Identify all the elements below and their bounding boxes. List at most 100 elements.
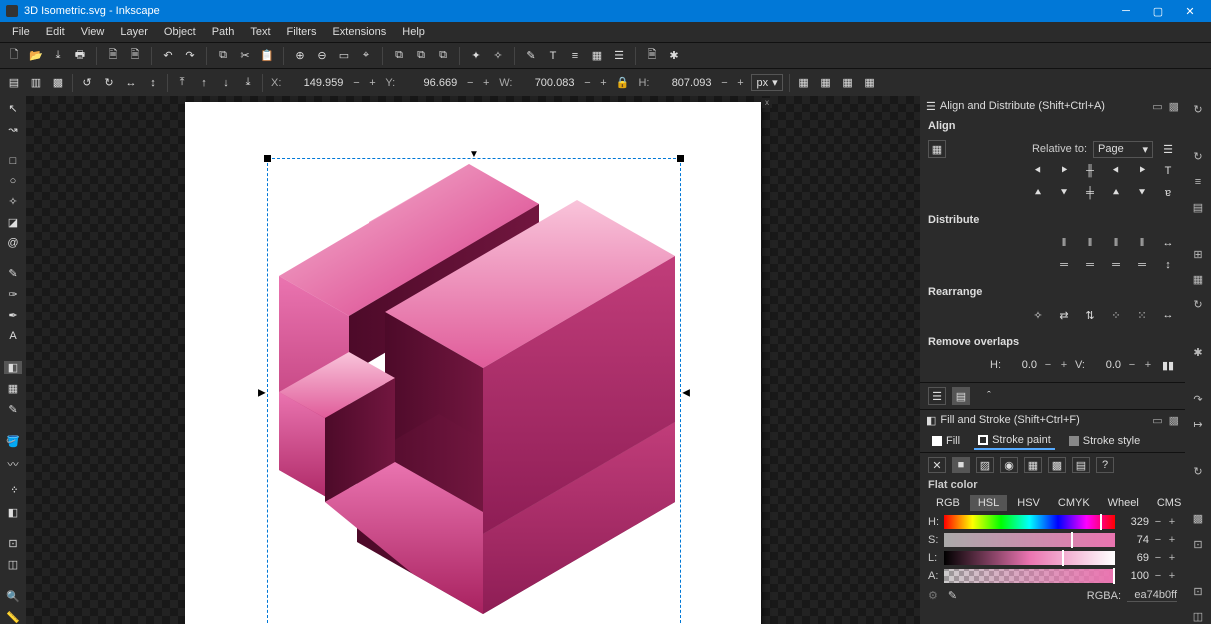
align-icon[interactable]: ☰ xyxy=(611,48,627,64)
deselect-icon[interactable]: ▩ xyxy=(50,75,66,91)
raise-top-icon[interactable]: ⤒ xyxy=(174,75,190,91)
h-minus[interactable]: − xyxy=(719,77,729,89)
align-top-icon[interactable]: ⯆ xyxy=(1055,184,1073,202)
align-text-left-icon[interactable]: T xyxy=(1159,162,1177,180)
zoom-out-icon[interactable]: ⊖ xyxy=(314,48,330,64)
h-plus[interactable]: + xyxy=(735,77,745,89)
colortab-hsl[interactable]: HSL xyxy=(970,495,1007,511)
lower-bottom-icon[interactable]: ⤓ xyxy=(240,75,256,91)
export-icon[interactable]: 🗎 xyxy=(127,48,143,64)
h-input[interactable] xyxy=(657,75,713,91)
lock-aspect-icon[interactable]: 🔒 xyxy=(614,75,630,91)
dock-redo-icon[interactable]: ✱ xyxy=(1189,344,1207,359)
selector-tool-icon[interactable]: ↖ xyxy=(4,102,22,115)
align-top-edge-icon[interactable]: ⯅ xyxy=(1029,184,1047,202)
unit-select[interactable]: px▾ xyxy=(751,74,782,91)
sat-plus[interactable]: + xyxy=(1167,534,1177,546)
x-input[interactable] xyxy=(289,75,345,91)
eraser-tool-icon[interactable]: ◧ xyxy=(4,506,22,519)
close-button[interactable]: ✕ xyxy=(1175,2,1205,20)
dist-bottom-icon[interactable]: ═ xyxy=(1107,256,1125,274)
connector-tool-icon[interactable]: ⊡ xyxy=(4,537,22,550)
tab-stroke-paint[interactable]: Stroke paint xyxy=(974,432,1055,450)
redo-icon[interactable]: ↷ xyxy=(182,48,198,64)
x-minus[interactable]: − xyxy=(351,77,361,89)
paint-pattern-icon[interactable]: ▩ xyxy=(1048,457,1066,473)
panel-close-icon[interactable]: ▩ xyxy=(1169,100,1179,113)
dock-prefs-icon[interactable]: ⊡ xyxy=(1189,584,1207,599)
colortab-rgb[interactable]: RGB xyxy=(928,495,968,511)
unlink-icon[interactable]: ⧉ xyxy=(435,48,451,64)
dock-docprops-icon[interactable]: ◫ xyxy=(1189,609,1207,624)
dock-print-icon[interactable]: ▤ xyxy=(1189,200,1207,215)
paint-swatch-icon[interactable]: ▤ xyxy=(1072,457,1090,473)
tweak-tool-icon[interactable]: 〰 xyxy=(4,456,22,472)
align-left-icon[interactable]: ⯈ xyxy=(1055,162,1073,180)
menu-object[interactable]: Object xyxy=(156,24,204,40)
y-minus[interactable]: − xyxy=(465,77,475,89)
dock-selectors-icon[interactable]: ⊡ xyxy=(1189,536,1207,551)
paint-linear-icon[interactable]: ▨ xyxy=(976,457,994,473)
menu-filters[interactable]: Filters xyxy=(279,24,325,40)
cut-icon[interactable]: ✂ xyxy=(237,48,253,64)
menu-help[interactable]: Help xyxy=(394,24,433,40)
measure-tool-icon[interactable]: 📏 xyxy=(4,611,22,624)
zoom-fit-icon[interactable]: ▭ xyxy=(336,48,352,64)
document-properties-icon[interactable]: ✱ xyxy=(666,48,682,64)
transform-stroke-icon[interactable]: ▦ xyxy=(796,75,812,91)
tab-stroke-style[interactable]: Stroke style xyxy=(1065,432,1144,450)
align-bottom-icon[interactable]: ⯅ xyxy=(1107,184,1125,202)
colortab-cmyk[interactable]: CMYK xyxy=(1050,495,1098,511)
sat-minus[interactable]: − xyxy=(1153,534,1163,546)
align-last-icon[interactable]: ☰ xyxy=(1159,140,1177,158)
overlap-v-minus[interactable]: − xyxy=(1127,359,1137,371)
align-right-icon[interactable]: ⯇ xyxy=(1107,162,1125,180)
y-plus[interactable]: + xyxy=(481,77,491,89)
bezier-tool-icon[interactable]: ✑ xyxy=(4,288,22,301)
panel-min-icon[interactable]: ▭ xyxy=(1152,100,1162,113)
dist-text-v-icon[interactable]: ↕ xyxy=(1159,256,1177,274)
y-input[interactable] xyxy=(403,75,459,91)
flip-h-icon[interactable]: ↔ xyxy=(123,75,139,91)
color-manage-icon[interactable]: ⚙ xyxy=(928,589,938,602)
raise-icon[interactable]: ↑ xyxy=(196,75,212,91)
align-center-v-icon[interactable]: ╪ xyxy=(1081,184,1099,202)
rearrange-unclump-icon[interactable]: ⁙ xyxy=(1133,306,1151,324)
mesh-tool-icon[interactable]: ▦ xyxy=(4,382,22,395)
rearrange-random-icon[interactable]: ⁘ xyxy=(1107,306,1125,324)
w-minus[interactable]: − xyxy=(582,77,592,89)
rotate-ccw-icon[interactable]: ↺ xyxy=(79,75,95,91)
zoom-selection-icon[interactable]: ⌖ xyxy=(358,48,374,64)
undo-icon[interactable]: ↶ xyxy=(160,48,176,64)
paint-none-icon[interactable]: ✕ xyxy=(928,457,946,473)
alpha-plus[interactable]: + xyxy=(1167,570,1177,582)
spray-tool-icon[interactable]: ᠅ xyxy=(4,480,22,498)
menu-extensions[interactable]: Extensions xyxy=(324,24,394,40)
maximize-button[interactable]: ▢ xyxy=(1143,2,1173,20)
hue-plus[interactable]: + xyxy=(1167,516,1177,528)
align-right-edge-icon[interactable]: ⯈ xyxy=(1133,162,1151,180)
hue-minus[interactable]: − xyxy=(1153,516,1163,528)
3dbox-tool-icon[interactable]: ◪ xyxy=(4,216,22,229)
align-left-edge-icon[interactable]: ⯇ xyxy=(1029,162,1047,180)
fill-panel-header[interactable]: ◧ Fill and Stroke (Shift+Ctrl+F) ▭▩ xyxy=(920,410,1185,430)
clone-icon[interactable]: ⧉ xyxy=(413,48,429,64)
transform-gradient-icon[interactable]: ▦ xyxy=(840,75,856,91)
dock-align-icon[interactable]: ↻ xyxy=(1189,464,1207,479)
align-panel-header[interactable]: ☰ Align and Distribute (Shift+Ctrl+A) ▭▩ xyxy=(920,96,1185,116)
alpha-slider[interactable] xyxy=(944,569,1115,583)
paint-mesh-icon[interactable]: ▦ xyxy=(1024,457,1042,473)
x-plus[interactable]: + xyxy=(367,77,377,89)
gradient-tool-icon[interactable]: ◧ xyxy=(4,361,22,374)
relative-to-select[interactable]: Page▾ xyxy=(1093,141,1153,158)
lig-plus[interactable]: + xyxy=(1167,552,1177,564)
minimize-button[interactable]: ─ xyxy=(1111,2,1141,20)
lig-slider[interactable] xyxy=(944,551,1115,565)
save-icon[interactable]: ⤓ xyxy=(50,48,66,64)
overlap-apply-icon[interactable]: ▮▮ xyxy=(1159,356,1177,374)
transform-pattern-icon[interactable]: ▦ xyxy=(862,75,878,91)
new-document-icon[interactable]: 🗋 xyxy=(6,48,22,64)
zoom-tool-icon[interactable]: 🔍 xyxy=(4,590,22,603)
panel-min-icon[interactable]: ▭ xyxy=(1152,414,1162,427)
ellipse-tool-icon[interactable]: ○ xyxy=(4,175,22,187)
